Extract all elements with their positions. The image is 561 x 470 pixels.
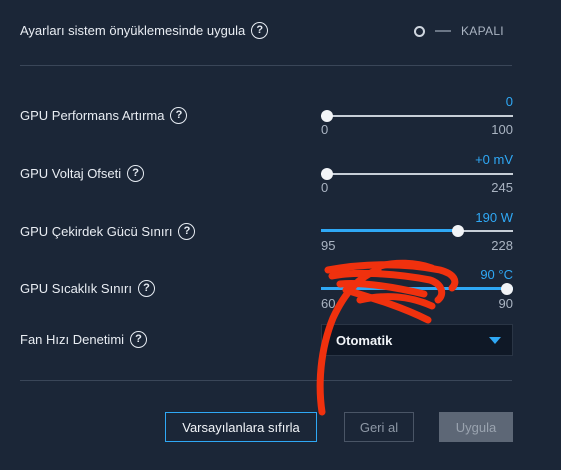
gpu-boost-max: 100 [491, 122, 513, 137]
gpu-temp-max: 90 [498, 296, 513, 311]
reset-defaults-button[interactable]: Varsayılanlara sıfırla [165, 412, 317, 442]
gpu-voltage-max: 245 [491, 180, 513, 195]
gpu-power-label: GPU Çekirdek Gücü Sınırı ? [20, 223, 196, 240]
gpu-boost-help-icon[interactable]: ? [170, 107, 188, 124]
divider-top [20, 65, 512, 66]
gpu-boost-label-text: GPU Performans Artırma [20, 108, 165, 123]
toggle-knob-icon [414, 25, 425, 37]
divider-bottom [20, 380, 512, 381]
slider-fill [321, 287, 513, 290]
apply-button[interactable]: Uygula [439, 412, 513, 442]
gpu-voltage-label-text: GPU Voltaj Ofseti [20, 166, 122, 181]
gpu-temp-range: 60 90 [321, 296, 513, 311]
fan-control-help-icon[interactable]: ? [130, 331, 148, 348]
gpu-boost-min: 0 [321, 122, 329, 137]
slider-thumb[interactable] [452, 225, 465, 237]
slider-rail [321, 115, 513, 117]
gpu-power-range: 95 228 [321, 238, 513, 253]
fan-mode-select[interactable]: Otomatik [321, 324, 513, 356]
slider-rail [321, 173, 513, 175]
gpu-boost-value: 0 [505, 94, 513, 109]
undo-button[interactable]: Geri al [344, 412, 414, 442]
gpu-voltage-min: 0 [321, 180, 329, 195]
gpu-power-min: 95 [321, 238, 336, 253]
gpu-boost-label: GPU Performans Artırma ? [20, 107, 188, 124]
boot-apply-label-text: Ayarları sistem önyüklemesinde uygula [20, 23, 246, 38]
gpu-power-max: 228 [491, 238, 513, 253]
slider-thumb[interactable] [501, 283, 513, 295]
toggle-track [435, 30, 451, 32]
gpu-voltage-range: 0 245 [321, 180, 513, 195]
toggle-state-text: KAPALI [461, 24, 504, 38]
slider-fill [321, 229, 459, 232]
gpu-power-label-text: GPU Çekirdek Gücü Sınırı [20, 224, 173, 239]
gpu-voltage-label: GPU Voltaj Ofseti ? [20, 165, 145, 182]
gpu-temp-help-icon[interactable]: ? [137, 280, 155, 297]
gpu-temp-min: 60 [321, 296, 336, 311]
gpu-voltage-help-icon[interactable]: ? [127, 165, 145, 182]
gpu-voltage-value: +0 mV [475, 152, 513, 167]
slider-thumb[interactable] [321, 110, 333, 122]
gpu-temp-label: GPU Sıcaklık Sınırı ? [20, 280, 155, 297]
gpu-temp-label-text: GPU Sıcaklık Sınırı [20, 281, 132, 296]
slider-thumb[interactable] [321, 168, 333, 180]
fan-mode-selected: Otomatik [336, 332, 393, 348]
boot-apply-help-icon[interactable]: ? [251, 22, 269, 39]
fan-control-label: Fan Hızı Denetimi ? [20, 331, 148, 348]
gpu-power-help-icon[interactable]: ? [178, 223, 196, 240]
fan-control-label-text: Fan Hızı Denetimi [20, 332, 125, 347]
chevron-down-icon [489, 337, 501, 344]
gpu-power-slider[interactable] [321, 223, 513, 239]
gpu-temp-slider[interactable] [321, 281, 513, 297]
gpu-boost-range: 0 100 [321, 122, 513, 137]
gpu-temp-value: 90 °C [480, 267, 513, 282]
boot-apply-toggle[interactable]: KAPALI [414, 24, 504, 38]
boot-apply-label: Ayarları sistem önyüklemesinde uygula ? [20, 22, 269, 39]
